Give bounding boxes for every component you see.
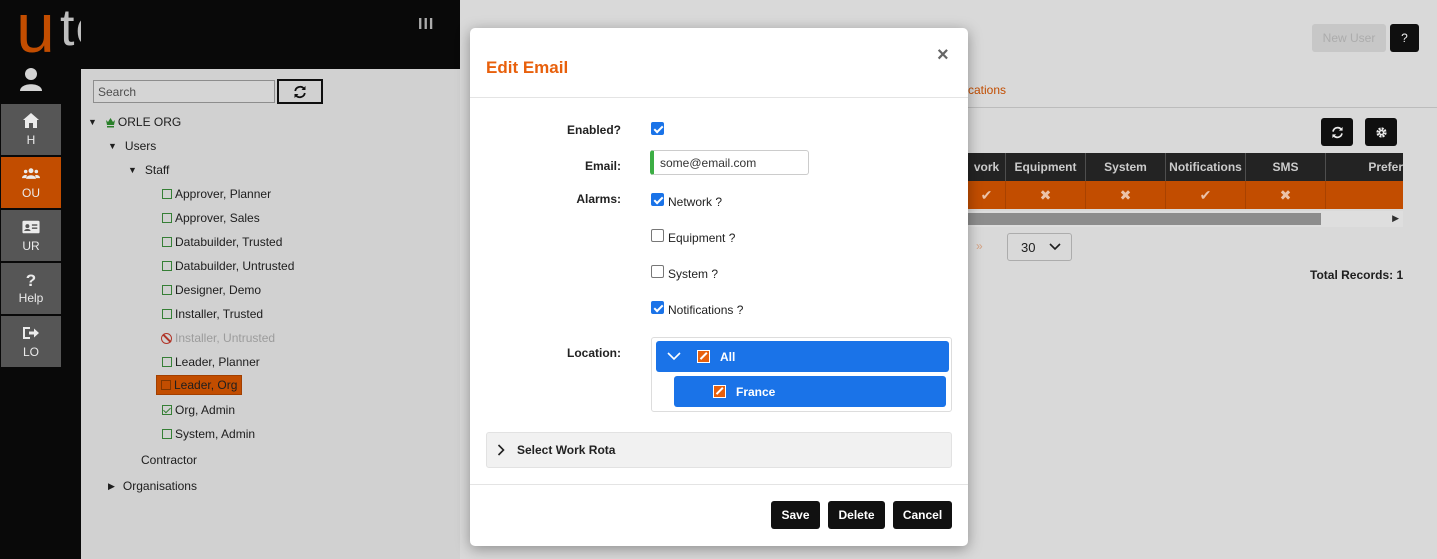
enabled-checkbox[interactable] bbox=[651, 122, 664, 135]
alarm-system-checkbox[interactable] bbox=[651, 265, 664, 278]
alarm-system-label: System ? bbox=[668, 267, 719, 281]
edit-email-dialog: Edit Email × Enabled? Email: some@email.… bbox=[470, 28, 968, 546]
cancel-button[interactable]: Cancel bbox=[893, 501, 952, 529]
location-checkbox-all[interactable] bbox=[697, 350, 710, 363]
email-value: some@email.com bbox=[660, 155, 757, 170]
location-tree: All France bbox=[651, 337, 952, 412]
save-button[interactable]: Save bbox=[771, 501, 820, 529]
alarm-network-checkbox[interactable] bbox=[651, 193, 664, 206]
header-divider bbox=[470, 97, 968, 98]
alarm-network-label: Network ? bbox=[668, 195, 723, 209]
chevron-right-icon bbox=[497, 444, 505, 456]
alarm-notifications-checkbox[interactable] bbox=[651, 301, 664, 314]
footer-divider bbox=[470, 484, 968, 485]
email-field[interactable]: some@email.com bbox=[650, 150, 809, 175]
work-rota-accordion[interactable]: Select Work Rota bbox=[486, 432, 952, 468]
location-france-label: France bbox=[736, 384, 776, 399]
enabled-label: Enabled? bbox=[566, 123, 621, 137]
alarm-equipment-label: Equipment ? bbox=[668, 231, 736, 245]
close-icon[interactable]: × bbox=[937, 44, 949, 67]
location-item-france[interactable]: France bbox=[674, 376, 946, 407]
work-rota-label: Select Work Rota bbox=[517, 443, 616, 457]
alarms-label: Alarms: bbox=[576, 192, 621, 206]
delete-button[interactable]: Delete bbox=[828, 501, 885, 529]
chevron-down-icon[interactable] bbox=[667, 352, 681, 361]
location-all-label: All bbox=[720, 349, 736, 364]
location-item-all[interactable]: All bbox=[656, 341, 949, 372]
dialog-title: Edit Email bbox=[486, 58, 569, 77]
email-label: Email: bbox=[584, 159, 621, 173]
location-label: Location: bbox=[567, 346, 621, 360]
alarm-notifications-label: Notifications ? bbox=[668, 303, 744, 317]
alarm-equipment-checkbox[interactable] bbox=[651, 229, 664, 242]
location-checkbox-france[interactable] bbox=[713, 385, 726, 398]
